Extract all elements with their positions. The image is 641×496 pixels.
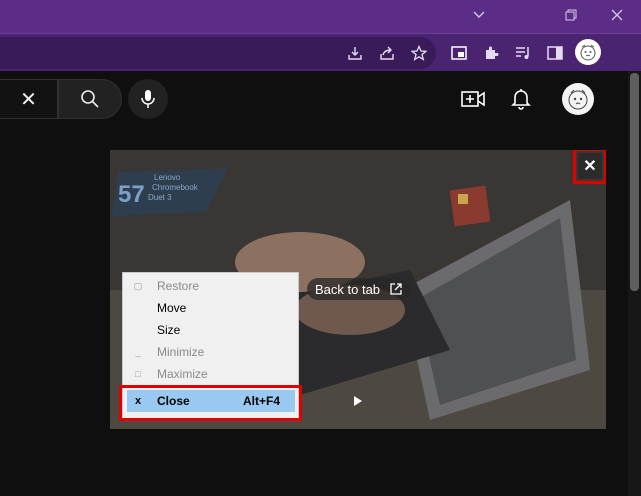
close-window-icon[interactable] <box>594 0 640 30</box>
extensions-icon[interactable] <box>481 43 501 63</box>
microphone-icon <box>141 90 155 108</box>
youtube-header: ✕ <box>0 71 641 127</box>
menu-item-minimize[interactable]: _ Minimize <box>123 341 298 363</box>
tab-search-chevron-icon[interactable] <box>456 0 502 30</box>
page-scrollbar[interactable] <box>628 71 641 496</box>
share-icon[interactable] <box>377 43 397 63</box>
menu-item-maximize[interactable]: □ Maximize <box>123 363 298 385</box>
minimize-icon: _ <box>135 347 141 357</box>
bunny-avatar-icon <box>568 89 588 110</box>
search-button[interactable] <box>58 79 122 119</box>
search-icon <box>81 90 99 108</box>
notifications-bell-icon[interactable] <box>509 87 533 111</box>
browser-toolbar <box>0 33 641 71</box>
address-bar[interactable] <box>0 37 436 69</box>
browser-titlebar <box>0 0 641 33</box>
menu-item-restore[interactable]: ▢ Restore <box>123 275 298 297</box>
svg-text:Chromebook: Chromebook <box>152 183 199 192</box>
pip-close-button[interactable]: ✕ <box>578 153 602 179</box>
voice-search-button[interactable] <box>128 79 168 119</box>
menu-item-size[interactable]: Size <box>123 319 298 341</box>
install-app-icon[interactable] <box>345 43 365 63</box>
search-input[interactable]: ✕ <box>0 79 58 119</box>
menu-item-move[interactable]: Move <box>123 297 298 319</box>
account-avatar[interactable] <box>562 83 594 115</box>
media-queue-icon[interactable] <box>513 43 533 63</box>
scrollbar-thumb[interactable] <box>630 73 639 291</box>
restore-window-icon[interactable] <box>548 0 594 30</box>
side-panel-icon[interactable] <box>545 43 565 63</box>
profile-avatar-icon[interactable] <box>575 39 601 65</box>
restore-icon: ▢ <box>133 280 143 291</box>
back-to-tab-label: Back to tab <box>315 281 381 297</box>
picture-in-picture-icon[interactable] <box>449 43 469 63</box>
page-content: ✕ 57 Lenovo Chromebook Duet 3 ✕ Back to … <box>0 71 641 496</box>
clear-search-icon[interactable]: ✕ <box>20 87 37 112</box>
close-icon: ✕ <box>583 158 597 175</box>
close-item-callout <box>119 385 302 421</box>
back-to-tab-button[interactable]: Back to tab <box>307 278 411 300</box>
create-video-icon[interactable] <box>461 87 485 111</box>
svg-text:57: 57 <box>118 181 145 208</box>
maximize-icon: □ <box>135 369 141 379</box>
svg-text:Duet 3: Duet 3 <box>148 193 172 202</box>
pip-close-callout: ✕ <box>573 150 606 184</box>
play-icon[interactable] <box>354 396 362 406</box>
bookmark-star-icon[interactable] <box>409 43 429 63</box>
open-in-new-icon <box>390 283 402 295</box>
svg-text:Lenovo: Lenovo <box>154 173 181 182</box>
